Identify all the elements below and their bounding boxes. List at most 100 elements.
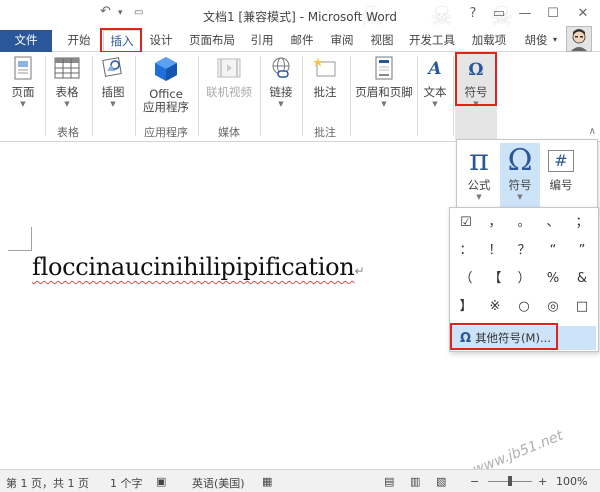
symbol-cell[interactable]: 。 bbox=[510, 210, 538, 236]
text-button[interactable]: A 文本 ▼ bbox=[420, 56, 450, 109]
document-word: floccinaucinihilipipification bbox=[32, 253, 355, 281]
tab-references[interactable]: 引用 bbox=[244, 30, 280, 52]
symbol-cell[interactable]: ） bbox=[510, 266, 538, 292]
tab-view[interactable]: 视图 bbox=[364, 30, 400, 52]
symbol-cell[interactable]: ○ bbox=[510, 294, 538, 320]
web-layout-icon[interactable]: ▧ bbox=[436, 475, 446, 488]
symbol-dropdown-icon: ▼ bbox=[517, 193, 523, 201]
symbols-button-label: 符号 bbox=[464, 85, 488, 99]
header-footer-button-label: 页眉和页脚 bbox=[355, 85, 413, 99]
symbol-cell[interactable]: ◎ bbox=[539, 294, 567, 320]
symbol-cell[interactable]: 【 bbox=[481, 266, 509, 292]
maximize-button[interactable]: ☐ bbox=[540, 3, 566, 25]
more-symbols-button[interactable]: Ω 其他符号(M)... bbox=[452, 326, 596, 350]
symbols-button[interactable]: Ω 符号 ▼ bbox=[455, 54, 497, 140]
number-button-label: 编号 bbox=[549, 178, 573, 192]
status-bar: 第 1 页，共 1 页 1 个字 ▣ 英语(美国) ▦ ▤ ▥ ▧ − + 10… bbox=[0, 469, 600, 492]
collapse-ribbon-icon[interactable]: ∧ bbox=[589, 126, 596, 137]
symbol-cell[interactable]: ☑ bbox=[452, 210, 480, 236]
help-button[interactable]: ? bbox=[460, 3, 486, 25]
page-icon bbox=[6, 56, 40, 83]
illustrations-icon bbox=[96, 56, 130, 83]
link-icon bbox=[264, 56, 298, 83]
paragraph-mark-icon: ↵ bbox=[354, 264, 365, 278]
tab-page-layout[interactable]: 页面布局 bbox=[184, 30, 240, 52]
symbol-cell[interactable]: （ bbox=[452, 266, 480, 292]
print-layout-icon[interactable]: ▥ bbox=[410, 475, 420, 488]
page-count[interactable]: 第 1 页，共 1 页 bbox=[6, 475, 89, 491]
comment-icon bbox=[306, 56, 344, 83]
equation-button[interactable]: π 公式 ▼ bbox=[459, 143, 499, 207]
read-mode-icon[interactable]: ▤ bbox=[384, 475, 394, 488]
title-bar: ☠ ☠ ☠ ↶ ▾ ▭ 文档1 [兼容模式] - Microsoft Word … bbox=[0, 0, 600, 32]
page-button-label: 页面 bbox=[11, 85, 35, 99]
illustrations-button[interactable]: 插图 ▼ bbox=[96, 56, 130, 109]
svg-text:Ω: Ω bbox=[468, 60, 483, 80]
office-apps-icon bbox=[138, 56, 194, 85]
omega-icon: Ω bbox=[455, 56, 497, 83]
zoom-level[interactable]: 100% bbox=[556, 475, 587, 488]
header-footer-dropdown-icon: ▼ bbox=[381, 100, 387, 108]
online-video-icon bbox=[202, 56, 256, 83]
group-separator bbox=[198, 56, 199, 136]
user-dropdown-icon[interactable]: ▾ bbox=[550, 30, 560, 52]
tab-mailings[interactable]: 邮件 bbox=[284, 30, 320, 52]
zoom-out-button[interactable]: − bbox=[470, 475, 479, 488]
symbol-cell[interactable]: ， bbox=[481, 210, 509, 236]
user-name[interactable]: 胡俊 bbox=[520, 30, 552, 52]
svg-text:A: A bbox=[426, 59, 441, 79]
symbol-cell[interactable]: ！ bbox=[481, 238, 509, 264]
number-button[interactable]: # 编号 bbox=[541, 143, 581, 207]
tab-design[interactable]: 设计 bbox=[143, 30, 179, 52]
minimize-button[interactable]: — bbox=[512, 3, 538, 25]
word-count[interactable]: 1 个字 bbox=[110, 475, 143, 491]
group-separator bbox=[417, 56, 418, 136]
symbol-gallery: ☑ ， 。 、 ； ： ！ ？ “ ” （ 【 ） % & 】 ※ ○ ◎ □ … bbox=[449, 207, 599, 352]
symbol-cell[interactable]: ※ bbox=[481, 294, 509, 320]
symbol-cell[interactable]: % bbox=[539, 266, 567, 292]
avatar[interactable] bbox=[566, 26, 592, 52]
zoom-in-button[interactable]: + bbox=[538, 475, 547, 488]
number-icon: # bbox=[541, 143, 581, 177]
symbol-cell[interactable]: □ bbox=[568, 294, 596, 320]
symbol-button[interactable]: Ω 符号 ▼ bbox=[500, 143, 540, 207]
ribbon-display-options-button[interactable]: ▭ bbox=[486, 3, 512, 25]
group-separator bbox=[453, 56, 454, 136]
link-dropdown-icon: ▼ bbox=[278, 100, 284, 108]
zoom-slider-thumb[interactable] bbox=[508, 476, 512, 486]
symbol-cell[interactable]: ； bbox=[568, 210, 596, 236]
page-button[interactable]: 页面 ▼ bbox=[6, 56, 40, 109]
link-button[interactable]: 链接 ▼ bbox=[264, 56, 298, 109]
group-separator bbox=[45, 56, 46, 136]
table-dropdown-icon: ▼ bbox=[64, 100, 70, 108]
symbol-cell[interactable]: “ bbox=[539, 238, 567, 264]
symbol-cell[interactable]: 、 bbox=[539, 210, 567, 236]
symbol-cell[interactable]: & bbox=[568, 266, 596, 292]
office-apps-button[interactable]: Office 应用程序 bbox=[138, 56, 194, 114]
tab-home[interactable]: 开始 bbox=[58, 30, 100, 52]
online-video-button[interactable]: 联机视频 bbox=[202, 56, 256, 99]
group-separator bbox=[302, 56, 303, 136]
group-separator bbox=[350, 56, 351, 136]
tab-review[interactable]: 审阅 bbox=[324, 30, 360, 52]
close-button[interactable]: ✕ bbox=[570, 3, 596, 25]
group-label-media: 媒体 bbox=[218, 126, 240, 139]
document-text[interactable]: floccinaucinihilipipification↵ bbox=[32, 253, 364, 281]
tab-developer[interactable]: 开发工具 bbox=[404, 30, 460, 52]
tab-add-ins[interactable]: 加载项 bbox=[466, 30, 512, 52]
comment-button[interactable]: 批注 bbox=[306, 56, 344, 99]
ribbon: 页面 ▼ 表格 ▼ 表格 插图 ▼ Office 应用程序 应用程序 联机视频 … bbox=[0, 52, 600, 142]
language-status[interactable]: 英语(美国) bbox=[192, 475, 245, 491]
proofing-icon[interactable]: ▣ bbox=[156, 475, 166, 488]
header-footer-button[interactable]: 页眉和页脚 ▼ bbox=[354, 56, 414, 109]
symbol-cell[interactable]: 】 bbox=[452, 294, 480, 320]
symbol-cell[interactable]: ” bbox=[568, 238, 596, 264]
tab-file[interactable]: 文件 bbox=[0, 30, 52, 52]
table-button[interactable]: 表格 ▼ bbox=[50, 56, 84, 109]
tab-insert[interactable]: 插入 bbox=[103, 30, 141, 52]
symbol-cell[interactable]: ： bbox=[452, 238, 480, 264]
symbol-cell[interactable]: ？ bbox=[510, 238, 538, 264]
illustrations-dropdown-icon: ▼ bbox=[110, 100, 116, 108]
macro-record-icon[interactable]: ▦ bbox=[262, 475, 272, 488]
omega-icon: Ω bbox=[507, 143, 533, 178]
